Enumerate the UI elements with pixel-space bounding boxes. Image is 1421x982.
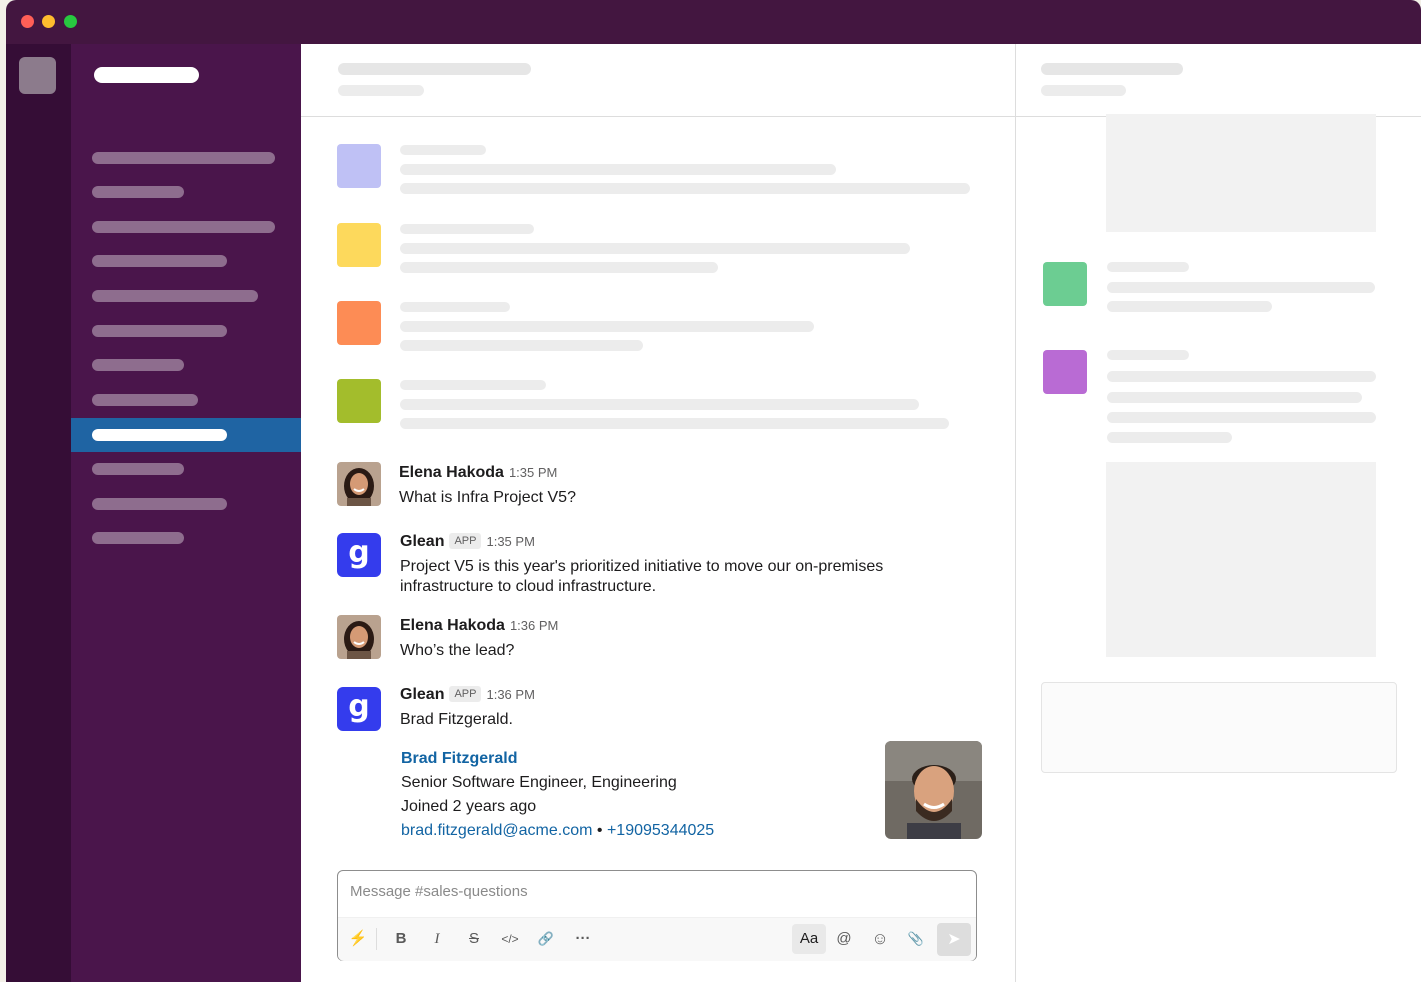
app-window: Elena Hakoda 1:35 PM What is Infra Projec… (6, 0, 1421, 982)
sidebar-item[interactable] (71, 487, 301, 521)
zoom-window-button[interactable] (64, 15, 77, 28)
sidebar-item[interactable] (71, 279, 301, 313)
message-timestamp[interactable]: 1:35 PM (509, 465, 557, 480)
bold-icon[interactable]: B (388, 926, 414, 952)
person-name-link[interactable]: Brad Fitzgerald (401, 750, 517, 768)
person-photo[interactable] (885, 741, 982, 839)
placeholder-avatar (337, 223, 381, 267)
elena-avatar[interactable] (337, 615, 381, 659)
details-panel (1015, 44, 1421, 982)
app-badge: APP (449, 533, 482, 549)
sidebar-item[interactable] (71, 175, 301, 209)
details-header (1016, 44, 1421, 117)
workspace-name-placeholder[interactable] (94, 67, 199, 83)
close-window-button[interactable] (21, 15, 34, 28)
message-timestamp[interactable]: 1:36 PM (510, 618, 558, 633)
app-badge: APP (449, 686, 482, 702)
channel-view: Elena Hakoda 1:35 PM What is Infra Projec… (301, 44, 1015, 982)
link-icon[interactable]: 🔗 (533, 926, 559, 952)
formatting-toggle-button[interactable]: Aa (792, 924, 826, 954)
glean-app-icon[interactable]: g (337, 687, 381, 731)
sidebar-item[interactable] (71, 244, 301, 278)
italic-icon[interactable]: I (424, 926, 450, 952)
person-joined: Joined 2 years ago (401, 798, 537, 815)
placeholder-avatar (1043, 350, 1087, 394)
sidebar-item[interactable] (71, 383, 301, 417)
send-button[interactable]: ➤ (937, 923, 971, 956)
sidebar-item[interactable] (71, 452, 301, 486)
message-author[interactable]: Glean (400, 533, 444, 550)
attach-icon[interactable]: 📎 (903, 926, 929, 952)
message-author[interactable]: Glean (400, 686, 444, 703)
placeholder-block (1106, 462, 1376, 657)
code-icon[interactable]: </> (497, 926, 523, 952)
sidebar-item[interactable] (71, 348, 301, 382)
placeholder-avatar (1043, 262, 1087, 306)
sidebar-item[interactable] (71, 141, 301, 175)
message-input[interactable] (338, 871, 972, 911)
sidebar-item-active-channel[interactable] (71, 418, 301, 452)
person-contact: brad.fitzgerald@acme.com • +19095344025 (401, 822, 714, 840)
minimize-window-button[interactable] (42, 15, 55, 28)
workspace-switcher[interactable] (19, 57, 56, 94)
sidebar-item[interactable] (71, 210, 301, 244)
message-text: Project V5 is this year's prioritized in… (400, 558, 884, 595)
composer-toolbar: ⚡ B I S </> 🔗 ··· Aa @ ☺ 📎 ➤ (338, 917, 976, 961)
placeholder-avatar (337, 301, 381, 345)
emoji-icon[interactable]: ☺ (867, 926, 893, 952)
glean-app-icon[interactable]: g (337, 533, 381, 577)
message-text: Who’s the lead? (400, 642, 515, 659)
person-phone-link[interactable]: +19095344025 (607, 822, 714, 839)
workspace-rail (6, 44, 71, 982)
title-bar (6, 0, 1421, 44)
placeholder-block (1106, 114, 1376, 232)
message-text: What is Infra Project V5? (399, 489, 576, 506)
placeholder-card (1041, 682, 1397, 773)
message-author[interactable]: Elena Hakoda (399, 464, 504, 481)
more-formatting-icon[interactable]: ··· (570, 926, 596, 952)
placeholder-avatar (337, 379, 381, 423)
message-text: Brad Fitzgerald. (400, 711, 513, 728)
channel-sidebar (71, 44, 301, 982)
person-title: Senior Software Engineer, Engineering (401, 774, 677, 791)
message-composer: ⚡ B I S </> 🔗 ··· Aa @ ☺ 📎 ➤ (337, 870, 977, 961)
placeholder-avatar (337, 144, 381, 188)
channel-header (301, 44, 1015, 117)
contact-separator: • (596, 822, 603, 839)
elena-avatar[interactable] (337, 462, 381, 506)
message-timestamp[interactable]: 1:36 PM (486, 687, 534, 702)
message-timestamp[interactable]: 1:35 PM (486, 534, 534, 549)
mention-icon[interactable]: @ (831, 926, 857, 952)
shortcuts-icon[interactable]: ⚡ (345, 926, 371, 952)
toolbar-divider (376, 928, 377, 950)
sidebar-item[interactable] (71, 521, 301, 555)
person-email-link[interactable]: brad.fitzgerald@acme.com (401, 822, 592, 839)
message-author[interactable]: Elena Hakoda (400, 617, 505, 634)
sidebar-item[interactable] (71, 314, 301, 348)
strikethrough-icon[interactable]: S (461, 926, 487, 952)
